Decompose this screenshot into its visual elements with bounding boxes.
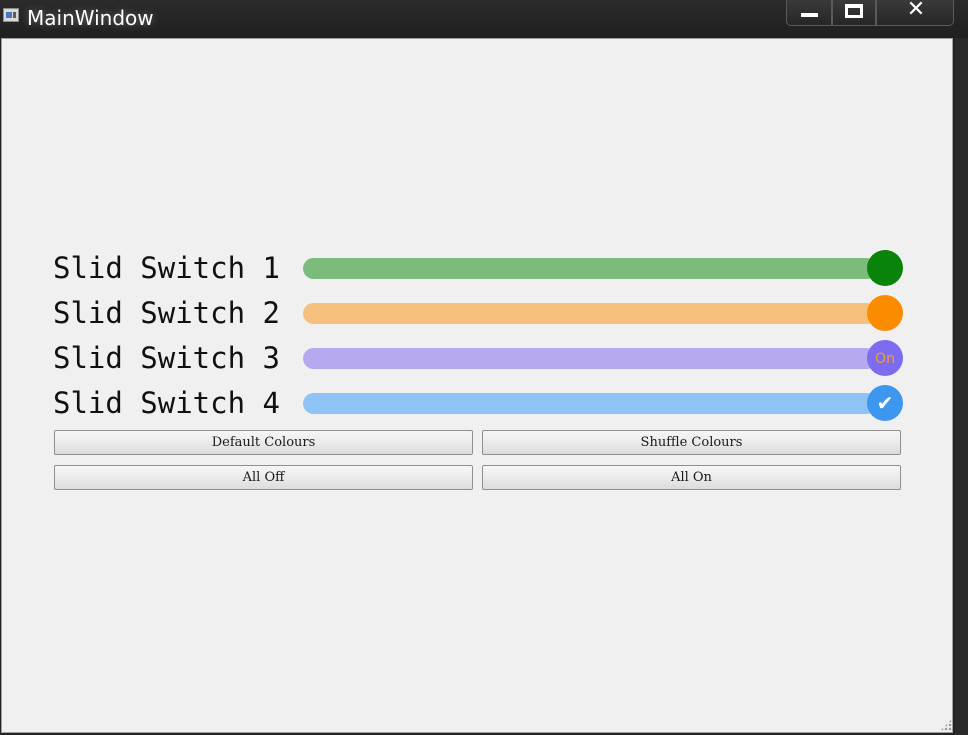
title-bar[interactable]: MainWindow ✕ <box>0 0 968 38</box>
checkmark-icon: ✔ <box>876 391 894 415</box>
slide-switch-row-1: Slid Switch 1 <box>53 248 905 288</box>
switch-knob-2[interactable] <box>867 295 903 331</box>
slide-switch-row-3: Slid Switch 3 On <box>53 338 905 378</box>
app-window-icon[interactable] <box>3 8 19 22</box>
close-icon: ✕ <box>906 0 926 22</box>
switch-knob-3[interactable]: On <box>867 340 903 376</box>
switch-label-1: Slid Switch 1 <box>53 251 280 285</box>
switch-track-4[interactable] <box>303 393 877 414</box>
close-button[interactable]: ✕ <box>876 0 954 26</box>
switch-track-2[interactable] <box>303 303 877 324</box>
maximize-icon <box>845 4 863 18</box>
switch-knob-4[interactable]: ✔ <box>867 385 903 421</box>
all-off-button[interactable]: All Off <box>54 465 473 490</box>
switch-track-3[interactable] <box>303 348 877 369</box>
slide-switch-row-4: Slid Switch 4 ✔ <box>53 383 905 423</box>
switch-label-3: Slid Switch 3 <box>53 341 280 375</box>
slide-switch-row-2: Slid Switch 2 <box>53 293 905 333</box>
switch-knob-on-text: On <box>875 351 895 367</box>
window-title: MainWindow <box>27 6 154 30</box>
main-window: MainWindow ✕ Slid Switch 1 Slid Switch 2… <box>0 0 968 735</box>
switch-label-2: Slid Switch 2 <box>53 296 280 330</box>
window-frame-edge <box>955 38 968 735</box>
default-colours-button[interactable]: Default Colours <box>54 430 473 455</box>
maximize-button[interactable] <box>832 0 876 26</box>
shuffle-colours-button[interactable]: Shuffle Colours <box>482 430 901 455</box>
switch-track-1[interactable] <box>303 258 877 279</box>
central-widget: Slid Switch 1 Slid Switch 2 Slid Switch … <box>1 38 953 733</box>
switch-knob-1[interactable] <box>867 250 903 286</box>
switch-label-4: Slid Switch 4 <box>53 386 280 420</box>
all-on-button[interactable]: All On <box>482 465 901 490</box>
minimize-button[interactable] <box>786 0 832 26</box>
minimize-icon <box>801 13 818 17</box>
caption-buttons: ✕ <box>786 0 954 26</box>
